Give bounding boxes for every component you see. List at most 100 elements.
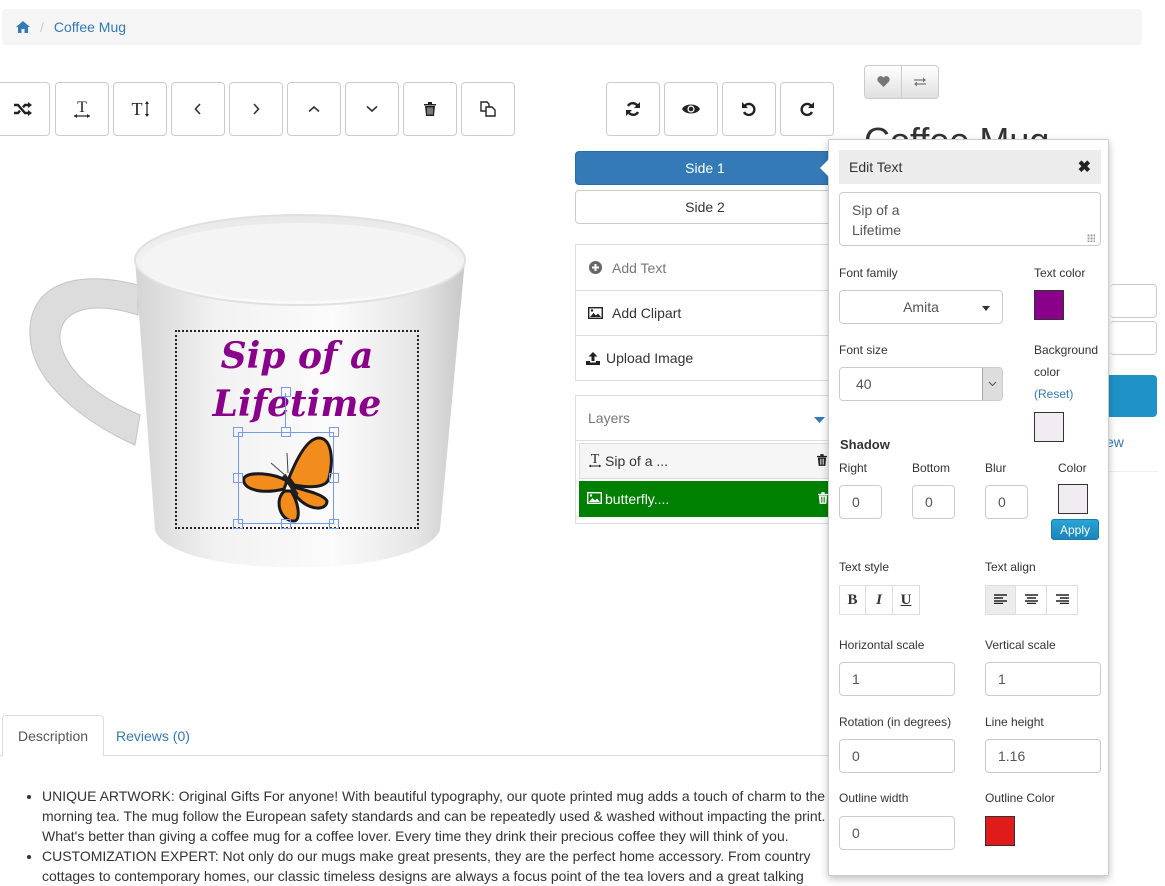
wishlist-button[interactable] [865, 66, 901, 98]
trash-icon[interactable] [817, 453, 827, 469]
add-to-cart-button[interactable] [1105, 375, 1157, 417]
align-center-button[interactable] [1016, 585, 1047, 615]
image-layer-icon [586, 491, 603, 507]
outline-color-swatch[interactable] [985, 816, 1015, 846]
font-size-select[interactable]: 40 [839, 367, 1003, 401]
align-right-button[interactable] [1047, 585, 1078, 615]
design-canvas[interactable]: Sip of a Lifetime [20, 210, 480, 580]
butterfly-selection-box[interactable] [233, 387, 339, 529]
layer-item-text[interactable]: T Sip of a ... [579, 443, 836, 479]
text-style-group: B I U [839, 585, 920, 615]
resize-handle[interactable] [329, 427, 339, 437]
add-clipart-action[interactable]: Add Clipart [576, 290, 839, 335]
resize-handle[interactable] [233, 427, 243, 437]
move-right-button[interactable] [229, 82, 283, 136]
resize-handle[interactable] [329, 473, 339, 483]
butterfly-image [242, 436, 333, 523]
chevron-down-icon [982, 368, 1002, 400]
quantity-input[interactable] [1110, 321, 1157, 355]
home-icon[interactable] [16, 21, 30, 33]
text-content-textarea[interactable]: Sip of a Lifetime [839, 192, 1101, 246]
redo-button[interactable] [780, 82, 834, 136]
layer-item-image[interactable]: butterfly.... [579, 481, 836, 517]
horizontal-scale-label: Horizontal scale [839, 638, 925, 652]
shadow-blur-label: Blur [985, 461, 1007, 475]
refresh-icon [625, 101, 641, 117]
close-icon[interactable]: ✖ [1078, 157, 1091, 177]
text-height-icon: T [129, 100, 151, 118]
preview-button[interactable] [664, 82, 718, 136]
breadcrumb-current[interactable]: Coffee Mug [54, 19, 126, 35]
shadow-right-label: Right [839, 461, 868, 475]
font-size-value: 40 [856, 376, 872, 392]
text-color-swatch[interactable] [1034, 290, 1064, 320]
text-color-label: Text color [1034, 266, 1086, 280]
text-width-icon: T [72, 100, 92, 118]
undo-icon [741, 101, 757, 117]
description-item: UNIQUE ARTWORK: Original Gifts For anyon… [42, 786, 830, 846]
tab-description[interactable]: Description [2, 715, 105, 757]
canvas-text-line: Sip of a [220, 335, 374, 377]
outline-width-label: Outline width [839, 791, 909, 805]
duplicate-button[interactable] [461, 82, 515, 136]
plus-circle-icon [586, 261, 604, 274]
side-2-button[interactable]: Side 2 [575, 190, 835, 224]
align-left-button[interactable] [985, 585, 1016, 615]
outline-color-label: Outline Color [985, 791, 1056, 805]
resize-handle[interactable] [281, 427, 291, 437]
svg-text:T: T [591, 452, 600, 467]
resize-handle[interactable] [281, 519, 291, 529]
apply-shadow-button[interactable]: Apply [1051, 519, 1099, 540]
tab-reviews[interactable]: Reviews (0) [101, 715, 205, 756]
canvas-text-line: Lifetime [212, 383, 382, 425]
layer-label: butterfly.... [605, 491, 670, 507]
resize-handle[interactable] [233, 473, 243, 483]
upload-image-action[interactable]: Upload Image [576, 335, 839, 380]
picture-icon [586, 307, 604, 319]
compare-button[interactable] [901, 66, 938, 98]
rotate-handle[interactable] [281, 387, 291, 397]
shadow-bottom-input[interactable]: 0 [912, 485, 955, 519]
text-width-button[interactable]: T [55, 82, 109, 136]
layers-panel: Layers T Sip of a ... butterfly.... [575, 395, 840, 524]
move-up-button[interactable] [287, 82, 341, 136]
align-right-icon [1055, 592, 1069, 609]
description-item: CUSTOMIZATION EXPERT: Not only do our mu… [42, 846, 830, 886]
move-left-button[interactable] [171, 82, 225, 136]
underline-button[interactable]: U [893, 585, 920, 615]
canvas-text-object[interactable]: Sip of a Lifetime [175, 332, 419, 428]
line-height-label: Line height [985, 715, 1044, 729]
background-color-swatch[interactable] [1034, 412, 1064, 442]
shadow-right-input[interactable]: 0 [839, 485, 882, 519]
font-family-label: Font family [839, 266, 898, 280]
shadow-title: Shadow [840, 437, 890, 452]
shadow-blur-input[interactable]: 0 [985, 485, 1028, 519]
product-option-input[interactable] [1110, 284, 1157, 318]
shuffle-button[interactable] [0, 82, 50, 136]
background-reset-link[interactable]: (Reset) [1034, 387, 1073, 401]
outline-width-input[interactable]: 0 [839, 816, 955, 850]
align-center-icon [1024, 592, 1038, 609]
rotation-input[interactable]: 0 [839, 739, 955, 773]
resize-grip-icon[interactable] [1087, 234, 1095, 242]
resize-handle[interactable] [329, 519, 339, 529]
horizontal-scale-input[interactable]: 1 [839, 662, 955, 696]
layers-header[interactable]: Layers [576, 396, 839, 441]
line-height-input[interactable]: 1.16 [985, 739, 1101, 773]
refresh-button[interactable] [606, 82, 660, 136]
breadcrumb-separator: / [40, 19, 44, 35]
move-down-button[interactable] [345, 82, 399, 136]
shadow-color-swatch[interactable] [1058, 484, 1088, 514]
add-text-action[interactable]: Add Text [576, 245, 839, 290]
bold-button[interactable]: B [839, 585, 866, 615]
italic-button[interactable]: I [866, 585, 893, 615]
undo-button[interactable] [722, 82, 776, 136]
text-height-button[interactable]: T [113, 82, 167, 136]
chevron-down-icon [366, 105, 378, 113]
trash-icon[interactable] [818, 491, 828, 507]
delete-button[interactable] [403, 82, 457, 136]
font-family-select[interactable]: Amita [839, 290, 1003, 324]
resize-handle[interactable] [233, 519, 243, 529]
side-1-button[interactable]: Side 1 [575, 151, 835, 185]
vertical-scale-input[interactable]: 1 [985, 662, 1101, 696]
